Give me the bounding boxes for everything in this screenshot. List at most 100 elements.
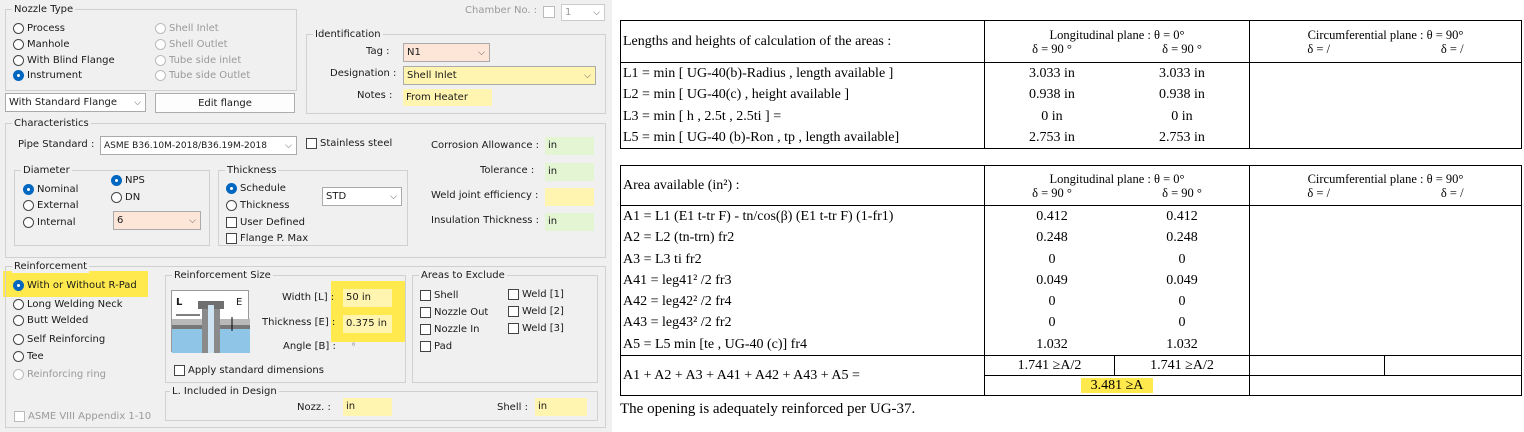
size-value: 6: [117, 215, 124, 226]
radio-tube-outlet[interactable]: Tube side Outlet: [155, 69, 250, 82]
radio-tee[interactable]: Tee: [13, 350, 44, 363]
characteristics-title: Characteristics: [12, 117, 91, 130]
exclude-shell-checkbox[interactable]: Shell: [420, 289, 458, 302]
exclude-nozzle-out-checkbox[interactable]: Nozzle Out: [420, 306, 488, 319]
designation-select[interactable]: Shell Inlet ⌵: [403, 66, 596, 85]
table-row-label: A1 = L1 (E1 t-tr F) - tn/cos(β) (E1 t-tr…: [623, 209, 894, 224]
nozzle-type-title: Nozzle Type: [12, 3, 76, 16]
radio-with-rpad[interactable]: With or Without R-Pad: [13, 279, 137, 292]
nozz-field[interactable]: in: [343, 398, 392, 416]
radio-thickness[interactable]: Thickness: [226, 199, 289, 212]
radio-reinforcing-ring[interactable]: Reinforcing ring: [13, 368, 106, 381]
table-row-label: A43 = leg43² /2 fr2: [623, 315, 732, 331]
table-cell: 1.032: [1036, 336, 1068, 352]
shell-field[interactable]: in: [535, 398, 587, 416]
flange-pmax-checkbox[interactable]: Flange P. Max: [226, 232, 308, 245]
table-row-label: L5 = min [ UG-40 (b)-Ron , tp , length a…: [623, 129, 900, 145]
appendix-checkbox[interactable]: ASME VIII Appendix 1-10: [14, 410, 151, 423]
insulation-field[interactable]: in: [545, 213, 594, 231]
radio-external[interactable]: External: [23, 199, 79, 212]
schedule-select[interactable]: STD ⌵: [322, 187, 402, 206]
pipe-standard-select[interactable]: ASME B36.10M-2018/B36.19M-2018 ⌵: [100, 136, 297, 155]
radio-process[interactable]: Process: [13, 22, 65, 35]
radio-dn[interactable]: DN: [111, 191, 140, 204]
flange-value: With Standard Flange: [9, 97, 118, 108]
apply-standard-checkbox[interactable]: Apply standard dimensions: [174, 364, 324, 377]
lengths-header: Lengths and heights of calculation of th…: [620, 20, 985, 63]
diameter-title: Diameter: [21, 164, 72, 177]
angle-field[interactable]: °: [343, 339, 392, 357]
chamber-checkbox[interactable]: [543, 6, 555, 18]
table-cell: 3.033 in: [1029, 66, 1075, 81]
stainless-checkbox[interactable]: Stainless steel: [306, 137, 392, 150]
checkbox-label: Nozzle In: [434, 324, 480, 335]
checkbox-label: Pad: [434, 341, 453, 352]
area-header: Area available (in²) :: [620, 165, 985, 206]
radio-label: Butt Welded: [27, 315, 89, 326]
table-cell: 0.938 in: [1029, 87, 1075, 103]
delta-label: δ = /: [1440, 185, 1464, 200]
radio-tube-inlet[interactable]: Tube side inlet: [155, 54, 241, 67]
radio-circle: [226, 200, 237, 211]
table-cell: 0.049: [1166, 272, 1198, 288]
radio-internal[interactable]: Internal: [23, 216, 76, 229]
exclude-weld3-checkbox[interactable]: Weld [3]: [508, 322, 564, 335]
tag-value: N1: [407, 47, 421, 58]
table-row-label: A3 = L3 ti fr2: [623, 251, 702, 267]
width-field[interactable]: 50 in: [343, 289, 392, 307]
radio-nps[interactable]: NPS: [111, 174, 145, 187]
chevron-down-icon: ⌵: [593, 7, 600, 18]
radio-label: NPS: [125, 175, 145, 186]
nozzle-settings-panel: Nozzle Type Process Manhole With Blind F…: [0, 0, 612, 432]
radio-long-welding-neck[interactable]: Long Welding Neck: [13, 298, 123, 311]
table-cell: 1.032: [1166, 336, 1198, 352]
corrosion-field[interactable]: in: [545, 137, 594, 155]
thickness-e-field[interactable]: 0.375 in: [343, 315, 392, 333]
notes-field[interactable]: From Heater: [403, 89, 492, 106]
checkbox-label: User Defined: [240, 217, 305, 228]
radio-label: With Blind Flange: [27, 55, 115, 66]
edit-flange-button[interactable]: Edit flange: [155, 93, 295, 113]
radio-butt-welded[interactable]: Butt Welded: [13, 314, 88, 327]
size-select[interactable]: 6 ⌵: [113, 211, 201, 230]
tag-select[interactable]: N1 ⌵: [403, 43, 490, 62]
radio-shell-inlet[interactable]: Shell Inlet: [155, 22, 219, 35]
table-row-label: A41 = leg41² /2 fr3: [623, 272, 732, 288]
radio-schedule[interactable]: Schedule: [226, 182, 286, 195]
radio-label: Shell Inlet: [169, 23, 219, 34]
pipe-standard-value: ASME B36.10M-2018/B36.19M-2018: [104, 140, 267, 151]
exclude-nozzle-in-checkbox[interactable]: Nozzle In: [420, 323, 480, 336]
radio-label: Instrument: [27, 70, 83, 81]
tolerance-field[interactable]: in: [545, 163, 594, 181]
radio-nominal[interactable]: Nominal: [23, 183, 78, 196]
lengths-table: Lengths and heights of calculation of th…: [620, 20, 1522, 150]
exclude-pad-checkbox[interactable]: Pad: [420, 340, 452, 353]
radio-label: Schedule: [240, 183, 286, 194]
radio-blind-flange[interactable]: With Blind Flange: [13, 54, 115, 67]
radio-instrument[interactable]: Instrument: [13, 69, 82, 82]
radio-circle: [111, 175, 122, 186]
checkbox-box: [226, 233, 237, 244]
user-defined-checkbox[interactable]: User Defined: [226, 216, 305, 229]
flange-select[interactable]: With Standard Flange ⌵: [5, 93, 146, 112]
radio-self-reinforcing[interactable]: Self Reinforcing: [13, 333, 105, 346]
radio-circle: [155, 23, 166, 34]
diagram-L: L: [176, 297, 183, 308]
exclude-weld2-checkbox[interactable]: Weld [2]: [508, 305, 564, 318]
table-row-label: L3 = min [ h , 2.5t , 2.5ti ] =: [623, 108, 782, 124]
schedule-value: STD: [326, 191, 347, 202]
radio-circle: [13, 55, 24, 66]
weld-efficiency-field[interactable]: [545, 188, 594, 206]
radio-shell-outlet[interactable]: Shell Outlet: [155, 38, 228, 51]
radio-label: Manhole: [27, 39, 70, 50]
designation-value: Shell Inlet: [407, 70, 457, 81]
long-plane-header: Longitudinal plane : θ = 0°: [1049, 27, 1185, 42]
shell-label: Shell :: [497, 402, 528, 413]
radio-circle: [13, 315, 24, 326]
radio-manhole[interactable]: Manhole: [13, 38, 69, 51]
chamber-select[interactable]: 1 ⌵: [561, 4, 605, 21]
checkbox-label: Stainless steel: [320, 138, 393, 149]
table-cell: 0.412: [1036, 209, 1068, 224]
radio-label: Self Reinforcing: [27, 334, 106, 345]
exclude-weld1-checkbox[interactable]: Weld [1]: [508, 288, 564, 301]
